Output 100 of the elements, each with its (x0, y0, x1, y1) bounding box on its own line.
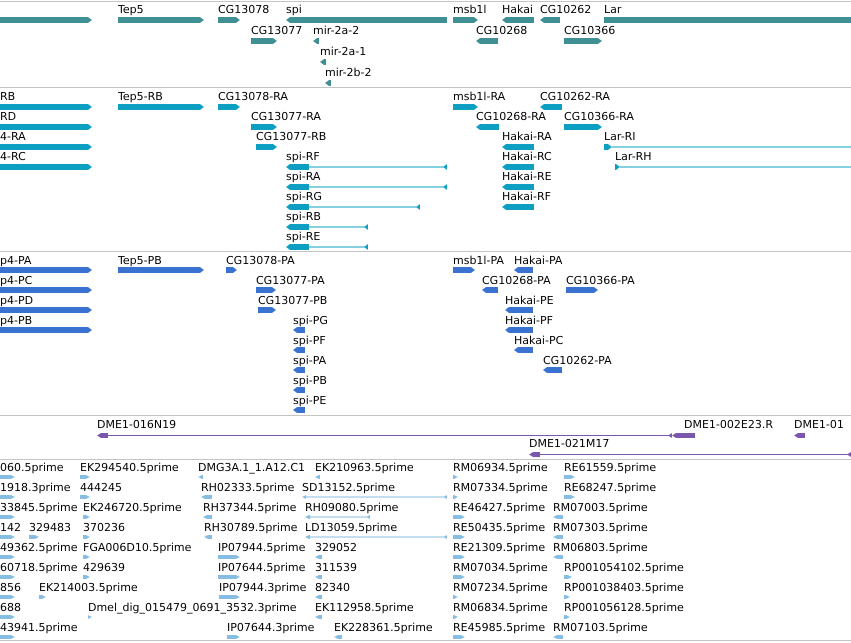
feature-label: 49362.5prime (0, 541, 78, 554)
feature-label: CG10268 (476, 24, 528, 37)
feature-label: 856 (0, 581, 21, 594)
feature-label: Lar-RI (604, 130, 636, 143)
feature-label: CG13077 (251, 24, 302, 37)
feature-label: Hakai-PA (514, 254, 562, 267)
feature-label: CG10268-PA (482, 274, 551, 287)
feature-label: 688 (0, 601, 21, 614)
feature-label: RM07003.5prime (553, 501, 648, 514)
feature-label: RE21309.5prime (453, 541, 546, 554)
feature-label: spi-RF (286, 150, 320, 163)
feature-label: LD13059.5prime (305, 521, 398, 534)
feature-label: 311539 (315, 561, 357, 574)
feature-label: EK246720.5prime (83, 501, 182, 514)
feature-label: Hakai-PE (505, 294, 554, 307)
feature-label: Hakai-PF (505, 314, 553, 327)
feature-label: 60718.5prime (0, 561, 78, 574)
feature-label: CG13078-PA (226, 254, 295, 267)
feature-label: Tep5-PB (118, 254, 162, 267)
feature-label: EK294540.5prime (80, 461, 179, 474)
feature-label: RM07103.5prime (553, 621, 648, 634)
feature-label: RE50435.5prime (453, 521, 546, 534)
feature-label: 329052 (315, 541, 357, 554)
feature-label: CG13077-RB (256, 130, 326, 143)
feature-label: 4-RC (0, 150, 26, 163)
feature-label: spi-RG (286, 190, 322, 203)
feature-label: 429639 (83, 561, 125, 574)
feature-label: Lar-RH (615, 150, 652, 163)
feature-label: SD13152.5prime (302, 481, 395, 494)
feature-label: Tep5 (118, 3, 144, 16)
feature-label: RB (0, 90, 16, 103)
feature-label: DME1-016N19 (97, 418, 176, 431)
feature-label: CG10262 (540, 3, 592, 16)
feature-label: p4-PA (0, 254, 32, 267)
feature-label: RH02333.5prime (201, 481, 294, 494)
feature-label: 060.5prime (0, 461, 64, 474)
feature-label: 43941.5prime (0, 621, 78, 634)
feature-label: CG13077-RA (251, 110, 321, 123)
feature-label: spi (286, 3, 302, 16)
feature-label: spi-RA (286, 170, 320, 183)
feature-label: p4-PB (0, 314, 32, 327)
feature-label: EK228361.5prime (334, 621, 433, 634)
feature-label: CG10262-PA (543, 354, 612, 367)
feature-label: RM06834.5prime (453, 601, 548, 614)
feature-label: p4-PC (0, 274, 32, 287)
feature-label: mir-2a-2 (313, 24, 360, 37)
feature-label: msb1l-RA (453, 90, 506, 103)
feature-label: CG10268-RA (476, 110, 546, 123)
feature-label: Hakai-RF (502, 190, 551, 203)
feature-label: RE45985.5prime (453, 621, 546, 634)
feature-label: RE61559.5prime (564, 461, 656, 474)
feature-label: CG10366-PA (566, 274, 635, 287)
feature-label: IP07944.5prime (218, 541, 306, 554)
feature-label: CG13077-PB (258, 294, 328, 307)
feature-label: Hakai-RC (502, 150, 552, 163)
feature-label: RD (0, 110, 16, 123)
feature-label: DMG3A.1_1.A12.C1 (198, 461, 306, 474)
feature-label: RH09080.5prime (305, 501, 398, 514)
feature-label: spi-RB (286, 210, 321, 223)
feature-label: DME1-002E23.R (684, 418, 773, 431)
feature-label: CG13077-PA (256, 274, 325, 287)
feature-label: IP07644.5prime (218, 561, 306, 574)
feature-label: CG10262-RA (540, 90, 610, 103)
feature-label: 33845.5prime (0, 501, 78, 514)
feature-label: RE46427.5prime (453, 501, 546, 514)
feature-label: RM07234.5prime (453, 581, 548, 594)
feature-label: EK214003.5prime (39, 581, 138, 594)
feature-label: IP07944.3prime (219, 581, 306, 594)
feature-label: 329483 (29, 521, 71, 534)
feature-label: Hakai-RE (502, 170, 552, 183)
feature-label: RM07334.5prime (453, 481, 548, 494)
feature-label: spi-PE (293, 394, 326, 407)
feature-label: EK112958.5prime (315, 601, 414, 614)
feature-label: DME1-01 (794, 418, 844, 431)
feature-label: RP001038403.5prime (564, 581, 684, 594)
feature-label: CG10366-RA (564, 110, 634, 123)
feature-label: spi-PA (293, 354, 326, 367)
feature-label: 370236 (83, 521, 125, 534)
feature-label: CG10366 (564, 24, 616, 37)
feature-label: RH30789.5prime (204, 521, 298, 534)
feature-label: spi-PB (293, 374, 327, 387)
feature-label: 4-RA (0, 130, 26, 143)
feature-label: msb1l (453, 3, 486, 16)
feature-label: RP001056128.5prime (564, 601, 684, 614)
feature-label: DME1-021M17 (529, 437, 610, 450)
feature-label: RP001054102.5prime (564, 561, 684, 574)
feature-label: CG13078-RA (218, 90, 288, 103)
feature-label: RM07034.5prime (453, 561, 548, 574)
feature-label: CG13078 (218, 3, 270, 16)
feature-label: RE68247.5prime (564, 481, 656, 494)
feature-label: 142 (0, 521, 21, 534)
feature-label: 444245 (80, 481, 122, 494)
feature-label: RM06803.5prime (553, 541, 648, 554)
feature-label: Lar (604, 3, 622, 16)
feature-label: mir-2a-1 (320, 45, 366, 58)
feature-label: IP07644.3prime (227, 621, 314, 634)
feature-label: spi-RE (286, 230, 320, 243)
feature-label: Hakai-PC (514, 334, 564, 347)
feature-label: mir-2b-2 (325, 66, 372, 79)
feature-label: FGA006D10.5prime (83, 541, 192, 554)
